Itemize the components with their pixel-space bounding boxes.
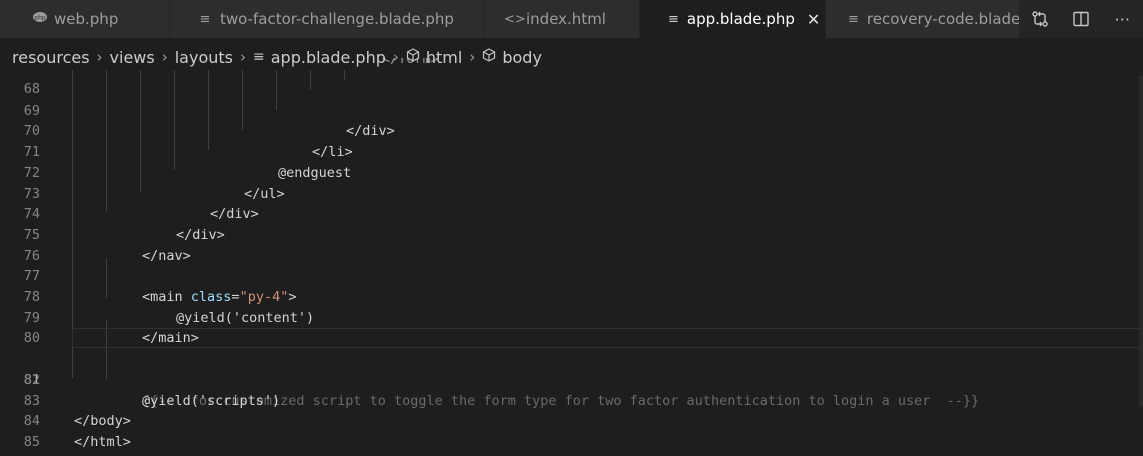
code-line: 74 </div> (0, 184, 1143, 243)
code-text: </html> (74, 433, 131, 450)
split-editor-icon[interactable] (1070, 8, 1092, 30)
code-line: 75 </nav> (0, 204, 1143, 264)
code-brackets-icon: <> (504, 11, 526, 27)
code-line: 77 <main class="py-4"> (0, 246, 1143, 305)
tab-app-blade-php[interactable]: ≡ app.blade.php ✕ (640, 0, 826, 38)
code-line: 76 (0, 225, 1143, 264)
code-line: 83 </body> (0, 370, 1143, 430)
svg-text:php: php (34, 15, 46, 22)
code-line: 82 @yield('scripts') (0, 349, 1143, 409)
editor-tab-bar: php web.php ≡ two-factor-challenge.blade… (0, 0, 1143, 38)
code-line: 85 (0, 411, 1143, 450)
code-line: 78 @yield('content') (0, 266, 1143, 326)
tab-label: index.html (526, 10, 606, 28)
code-line: 68 </form> (0, 58, 1143, 97)
current-line-highlight (72, 328, 1143, 349)
lines-icon: ≡ (668, 11, 679, 27)
tab-label: web.php (54, 10, 119, 28)
vertical-scrollbar[interactable] (1139, 76, 1143, 406)
lines-icon: ≡ (199, 11, 211, 27)
tab-two-factor-challenge[interactable]: ≡ two-factor-challenge.blade.php (170, 0, 484, 38)
code-line: 80 (0, 308, 1143, 346)
tab-index-html[interactable]: <> index.html (484, 0, 640, 38)
code-line: 70 </li> (0, 101, 1143, 160)
code-line: 73 </div> (0, 163, 1143, 223)
code-editor[interactable]: 68 </form> 69 </div> 70 </li> 71 @endgue… (0, 58, 1143, 456)
current-code-line: 81 {{-- for customized script to toggle … (0, 328, 1143, 409)
php-elephant-icon: php (32, 11, 47, 27)
close-icon[interactable]: ✕ (807, 10, 820, 29)
lines-icon: ≡ (848, 11, 859, 27)
code-line: 72 </ul> (0, 142, 1143, 202)
tab-web-php[interactable]: php web.php (0, 0, 170, 38)
tab-label: two-factor-challenge.blade.php (220, 10, 454, 28)
compare-changes-icon[interactable] (1029, 8, 1051, 30)
code-line: 71 @endguest (0, 121, 1143, 181)
tab-label: app.blade.php (686, 10, 795, 28)
code-line: 79 </main> (0, 287, 1143, 347)
editor-actions: ··· (1019, 0, 1143, 38)
tab-recovery-code[interactable]: ≡ recovery-code.blade (826, 0, 1026, 38)
line-number: 85 (23, 433, 40, 450)
code-line: 84 </html> (0, 391, 1143, 450)
tab-label: recovery-code.blade (866, 10, 1021, 28)
more-actions-icon[interactable]: ··· (1111, 8, 1133, 30)
code-text: </form> (382, 58, 439, 67)
code-line: 69 </div> (0, 80, 1143, 140)
